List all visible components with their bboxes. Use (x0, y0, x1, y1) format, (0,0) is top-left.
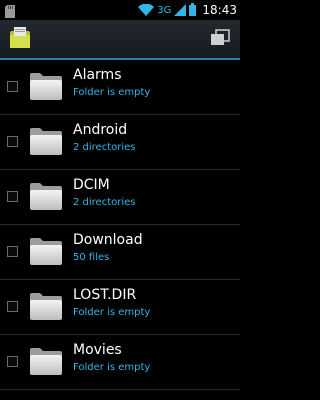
signal-icon (174, 1, 187, 20)
folder-icon (28, 346, 64, 376)
status-bar: 3G 18:43 (0, 0, 240, 20)
wifi-icon (138, 1, 155, 20)
folder-icon (28, 291, 64, 321)
folder-icon (28, 71, 64, 101)
folder-name: Movies (73, 342, 122, 358)
action-bar (0, 20, 240, 60)
folder-row[interactable]: Android 2 directories (0, 115, 240, 170)
select-checkbox[interactable] (7, 246, 18, 257)
file-manager-icon[interactable] (8, 26, 32, 50)
folder-detail: Folder is empty (73, 87, 151, 98)
select-checkbox[interactable] (7, 356, 18, 367)
folder-icon (28, 236, 64, 266)
folder-detail: 2 directories (73, 197, 136, 208)
battery-icon (189, 1, 197, 20)
copy-icon[interactable] (210, 29, 230, 47)
clock: 18:43 (202, 3, 237, 17)
folder-row[interactable]: LOST.DIR Folder is empty (0, 280, 240, 335)
select-checkbox[interactable] (7, 81, 18, 92)
folder-list: Alarms Folder is empty Android 2 directo… (0, 60, 240, 400)
folder-detail: 2 directories (73, 142, 136, 153)
folder-row[interactable]: Alarms Folder is empty (0, 60, 240, 115)
select-checkbox[interactable] (7, 136, 18, 147)
folder-row[interactable]: DCIM 2 directories (0, 170, 240, 225)
folder-detail: Folder is empty (73, 307, 151, 318)
folder-name: Alarms (73, 67, 122, 83)
folder-name: Download (73, 232, 143, 248)
select-checkbox[interactable] (7, 301, 18, 312)
select-checkbox[interactable] (7, 191, 18, 202)
folder-icon (28, 181, 64, 211)
folder-icon (28, 126, 64, 156)
folder-name: DCIM (73, 177, 110, 193)
folder-row[interactable]: Download 50 files (0, 225, 240, 280)
folder-row[interactable]: Movies Folder is empty (0, 335, 240, 390)
folder-name: Android (73, 122, 128, 138)
folder-detail: 50 files (73, 252, 110, 263)
folder-name: LOST.DIR (73, 287, 137, 303)
folder-detail: Folder is empty (73, 362, 151, 373)
network-type: 3G (157, 4, 172, 16)
